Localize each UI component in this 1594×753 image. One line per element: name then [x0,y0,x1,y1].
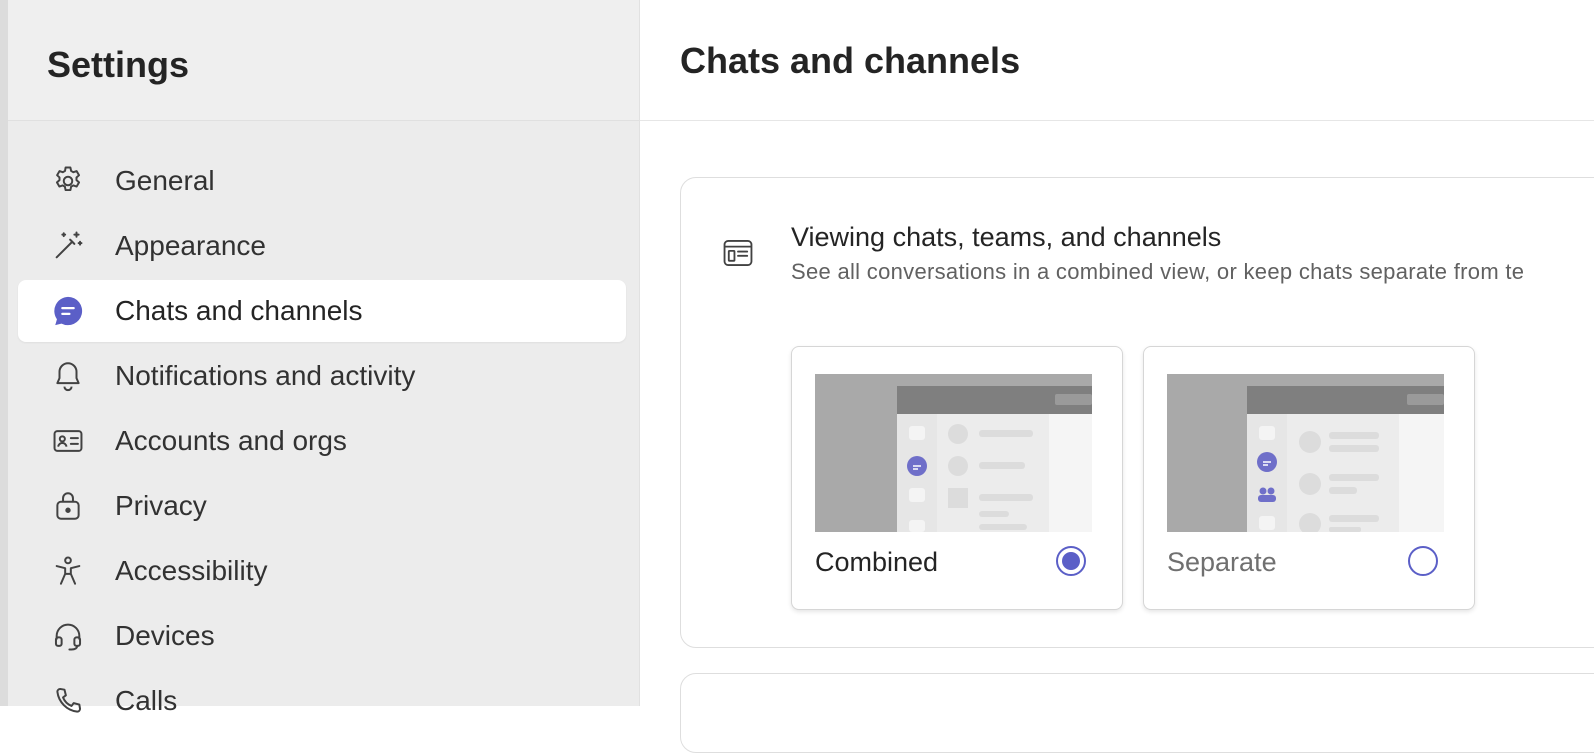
settings-main: Chats and channels Viewing chats, teams,… [640,0,1594,753]
bell-icon [50,358,86,394]
view-settings-card: Viewing chats, teams, and channels See a… [680,177,1594,648]
id-card-icon [50,423,86,459]
gear-icon [50,163,86,199]
main-header: Chats and channels [640,0,1594,121]
separate-view-option[interactable]: Separate [1143,346,1475,610]
next-settings-card [680,673,1594,753]
separate-preview-image [1167,374,1444,532]
sidebar-item-accounts[interactable]: Accounts and orgs [18,410,626,472]
section-description: See all conversations in a combined view… [791,259,1525,284]
sidebar-item-label: Calls [115,685,178,716]
chat-bubble-icon [50,293,86,329]
phone-icon [50,683,86,719]
headset-icon [50,618,86,654]
combined-preview-image [815,374,1092,532]
settings-nav: General Appearance Chats and channels No… [8,150,639,735]
sidebar-item-label: Notifications and activity [115,360,416,391]
sidebar-item-label: General [115,165,215,196]
sidebar-item-label: Privacy [115,490,207,521]
combined-radio[interactable] [1056,546,1086,576]
sidebar-item-calls[interactable]: Calls [18,670,626,732]
magic-wand-icon [50,228,86,264]
option-label: Separate [1167,547,1277,577]
sidebar-item-privacy[interactable]: Privacy [18,475,626,537]
sidebar-item-label: Devices [115,620,215,651]
section-title: Viewing chats, teams, and channels [791,222,1222,252]
separate-radio[interactable] [1408,546,1438,576]
sidebar-item-devices[interactable]: Devices [18,605,626,667]
sidebar-item-label: Accounts and orgs [115,425,347,456]
sidebar-item-label: Appearance [115,230,267,261]
sidebar-item-accessibility[interactable]: Accessibility [18,540,626,602]
sidebar-item-chats-and-channels[interactable]: Chats and channels [18,280,626,342]
sidebar-header: Settings [8,0,639,121]
page-title: Chats and channels [680,40,1021,81]
sidebar-title: Settings [47,44,190,85]
accessibility-icon [50,553,86,589]
option-label: Combined [815,547,939,577]
sidebar-item-label: Accessibility [115,555,268,586]
sidebar-item-label: Chats and channels [115,295,363,326]
settings-sidebar: Settings General Appearance Chats and ch… [8,0,640,716]
layout-icon [721,236,755,270]
sidebar-item-general[interactable]: General [18,150,626,212]
combined-view-option[interactable]: Combined [791,346,1123,610]
sidebar-item-appearance[interactable]: Appearance [18,215,626,277]
sidebar-item-notifications[interactable]: Notifications and activity [18,345,626,407]
lock-icon [50,488,86,524]
